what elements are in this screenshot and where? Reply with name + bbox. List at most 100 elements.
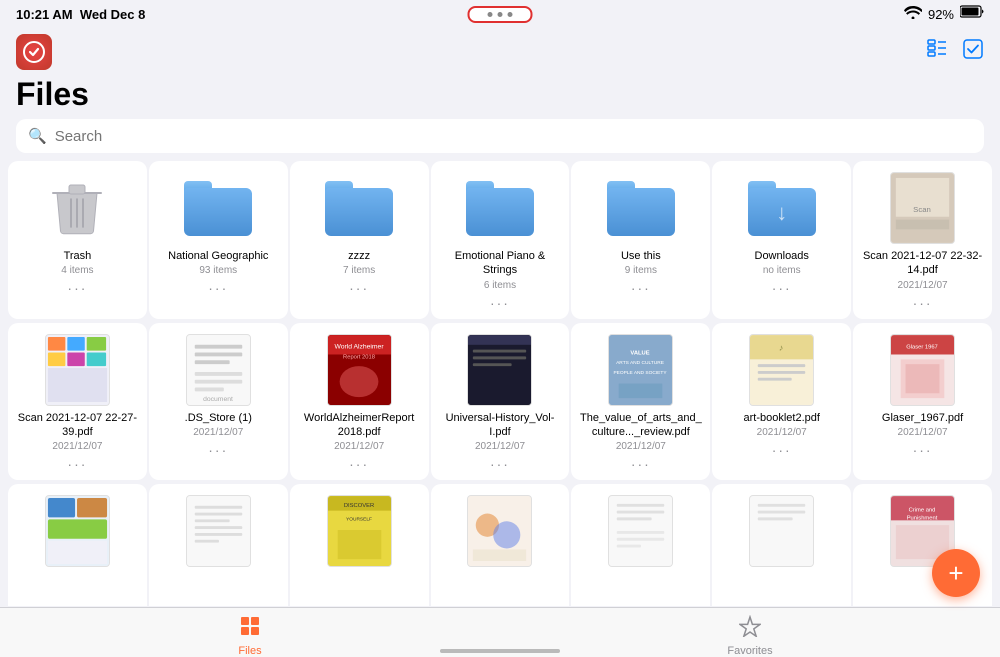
item-meta: 2021/12/07 <box>334 441 384 452</box>
item-more-button[interactable]: ··· <box>913 295 933 311</box>
add-button[interactable]: + <box>932 549 980 597</box>
folder-icon <box>183 173 253 243</box>
item-name: Use this <box>621 249 661 263</box>
item-name: National Geographic <box>168 249 268 263</box>
svg-text:ARTS AND CULTURE: ARTS AND CULTURE <box>616 360 665 366</box>
file-thumbnail: VALUE ARTS AND CULTURE PEOPLE AND SOCIET… <box>606 335 676 405</box>
grid-row-2: Scan 2021-12-07 22-27-39.pdf 2021/12/07 … <box>8 323 992 481</box>
svg-text:World Alzheimer: World Alzheimer <box>334 343 384 350</box>
item-more-button[interactable]: ··· <box>772 442 792 458</box>
search-icon: 🔍 <box>28 127 47 145</box>
list-item[interactable] <box>149 484 288 606</box>
list-item[interactable]: Scan 2021-12-07 22-27-39.pdf 2021/12/07 … <box>8 323 147 481</box>
files-tab-icon <box>239 615 261 643</box>
file-thumbnail <box>465 496 535 566</box>
dot2 <box>498 12 503 17</box>
item-meta: 9 items <box>625 265 657 276</box>
list-item[interactable]: Use this 9 items ··· <box>571 161 710 319</box>
wifi-icon <box>904 6 922 22</box>
list-item[interactable] <box>8 484 147 606</box>
item-more-button[interactable]: ··· <box>490 456 510 472</box>
folder-download-icon: ↓ <box>747 173 817 243</box>
file-thumbnail: Scan <box>888 173 958 243</box>
file-thumbnail: World Alzheimer Report 2018 <box>324 335 394 405</box>
item-name: Glaser_1967.pdf <box>882 411 963 425</box>
item-name: Scan 2021-12-07 22-32-14.pdf <box>861 249 984 278</box>
dot3 <box>508 12 513 17</box>
list-item[interactable]: ↓ Downloads no items ··· <box>712 161 851 319</box>
trash-icon <box>42 173 112 243</box>
item-name: Universal-History_Vol-I.pdf <box>439 411 562 440</box>
item-name: Downloads <box>755 249 809 263</box>
list-item[interactable]: Scan Scan 2021-12-07 22-32-14.pdf 2021/1… <box>853 161 992 319</box>
search-input[interactable] <box>55 128 972 145</box>
tab-files[interactable]: Files <box>0 609 500 657</box>
item-more-button[interactable]: ··· <box>67 280 87 296</box>
item-name: art-booklet2.pdf <box>743 411 819 425</box>
item-meta: 6 items <box>484 280 516 291</box>
item-meta: 2021/12/07 <box>898 427 948 438</box>
file-thumbnail <box>606 496 676 566</box>
item-name: Scan 2021-12-07 22-27-39.pdf <box>16 411 139 440</box>
item-more-button[interactable]: ··· <box>913 442 933 458</box>
list-item[interactable] <box>431 484 570 606</box>
file-thumbnail <box>42 335 112 405</box>
item-name: .DS_Store (1) <box>185 411 252 425</box>
item-meta: 2021/12/07 <box>52 441 102 452</box>
item-more-button[interactable]: ··· <box>349 280 369 296</box>
list-item[interactable]: ♪ art-booklet2.pdf 2021/12/07 ··· <box>712 323 851 481</box>
item-meta: 93 items <box>199 265 237 276</box>
svg-text:Glaser 1967: Glaser 1967 <box>906 344 938 350</box>
favorites-tab-label: Favorites <box>727 645 772 657</box>
file-thumbnail <box>465 335 535 405</box>
list-item[interactable]: National Geographic 93 items ··· <box>149 161 288 319</box>
file-thumbnail: ♪ <box>747 335 817 405</box>
item-name: WorldAlzheimerReport 2018.pdf <box>298 411 421 440</box>
svg-text:Report 2018: Report 2018 <box>343 354 375 360</box>
svg-text:Crime and: Crime and <box>909 508 936 514</box>
svg-text:VALUE: VALUE <box>631 350 650 356</box>
status-right: 92% <box>904 5 984 23</box>
top-dots-button-container <box>468 6 533 23</box>
list-item[interactable]: VALUE ARTS AND CULTURE PEOPLE AND SOCIET… <box>571 323 710 481</box>
item-more-button[interactable]: ··· <box>772 280 792 296</box>
list-item[interactable]: Trash 4 items ··· <box>8 161 147 319</box>
item-meta: 2021/12/07 <box>616 441 666 452</box>
favorites-tab-icon <box>739 615 761 643</box>
list-item[interactable]: DISCOVER YOURSELF <box>290 484 429 606</box>
list-item[interactable]: Glaser 1967 Glaser_1967.pdf 2021/12/07 ·… <box>853 323 992 481</box>
svg-text:document: document <box>203 396 233 403</box>
item-name: zzzz <box>348 249 370 263</box>
search-bar[interactable]: 🔍 <box>16 119 984 153</box>
item-more-button[interactable]: ··· <box>631 456 651 472</box>
svg-text:DISCOVER: DISCOVER <box>343 503 373 509</box>
item-more-button[interactable]: ··· <box>208 442 228 458</box>
list-item[interactable] <box>712 484 851 606</box>
list-item[interactable]: Emotional Piano & Strings 6 items ··· <box>431 161 570 319</box>
list-item[interactable]: Universal-History_Vol-I.pdf 2021/12/07 ·… <box>431 323 570 481</box>
grid-view-icon[interactable] <box>926 38 948 66</box>
folder-icon <box>324 173 394 243</box>
item-name: Trash <box>64 249 92 263</box>
list-item[interactable] <box>571 484 710 606</box>
item-more-button[interactable]: ··· <box>490 295 510 311</box>
item-more-button[interactable]: ··· <box>349 456 369 472</box>
item-name: The_value_of_arts_and_culture..._review.… <box>579 411 702 440</box>
list-item[interactable]: zzzz 7 items ··· <box>290 161 429 319</box>
item-more-button[interactable]: ··· <box>208 280 228 296</box>
file-thumbnail: DISCOVER YOURSELF <box>324 496 394 566</box>
item-more-button[interactable]: ··· <box>631 280 651 296</box>
list-item[interactable]: World Alzheimer Report 2018 WorldAlzheim… <box>290 323 429 481</box>
files-tab-label: Files <box>238 645 261 657</box>
svg-text:PEOPLE AND SOCIETY: PEOPLE AND SOCIETY <box>614 369 668 375</box>
folder-icon <box>465 173 535 243</box>
folder-icon <box>606 173 676 243</box>
check-icon[interactable] <box>962 38 984 66</box>
item-more-button[interactable]: ··· <box>67 456 87 472</box>
file-thumbnail <box>42 496 112 566</box>
item-meta: 4 items <box>61 265 93 276</box>
svg-text:YOURSELF: YOURSELF <box>346 517 372 523</box>
tab-favorites[interactable]: Favorites <box>500 609 1000 657</box>
dots-button[interactable] <box>468 6 533 23</box>
list-item[interactable]: document .DS_Store (1) 2021/12/07 ··· <box>149 323 288 481</box>
